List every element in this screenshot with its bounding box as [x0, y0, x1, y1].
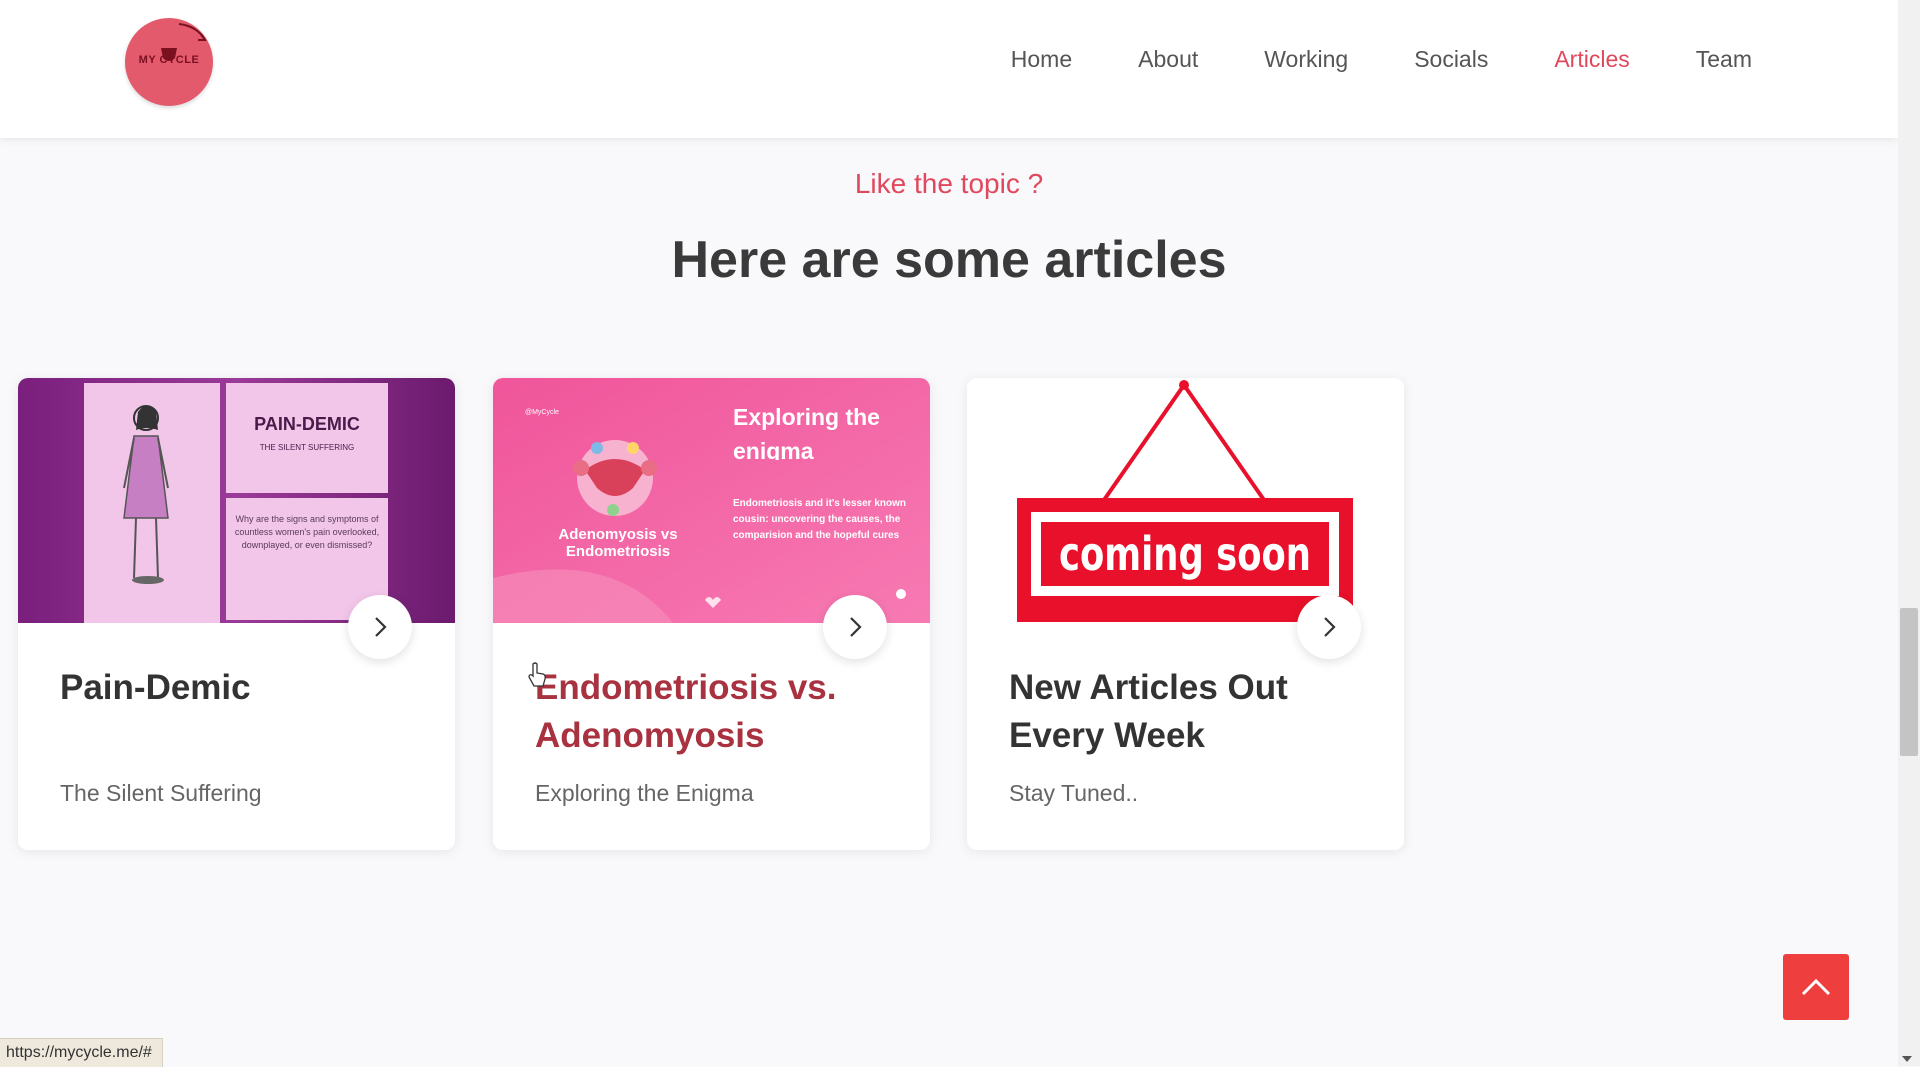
chevron-right-icon [850, 617, 862, 637]
logo-text: MY CYCLE [138, 54, 200, 66]
nav-home[interactable]: Home [1011, 46, 1072, 73]
logo[interactable]: MY CYCLE [125, 18, 213, 106]
page-scrollbar[interactable] [1898, 0, 1920, 1066]
card-subtitle: Exploring the Enigma [535, 780, 754, 806]
nav-about[interactable]: About [1138, 46, 1198, 73]
hand-cursor-icon [528, 662, 548, 693]
pain-demic-image-heading: PAIN-DEMIC [254, 414, 360, 434]
card-title[interactable]: Pain-Demic [60, 664, 420, 712]
back-to-top-button[interactable] [1783, 954, 1849, 1020]
chevron-up-icon [1801, 978, 1831, 996]
scrollbar-thumb[interactable] [1900, 608, 1918, 756]
section-subtitle: Like the topic ? [854, 168, 1044, 199]
endo-image-heading: Exploring the enigma [733, 404, 880, 460]
article-card-pain-demic[interactable]: PAIN-DEMIC THE SILENT SUFFERING Why are … [18, 378, 455, 850]
card-title[interactable]: New Articles Out Every Week [1009, 664, 1369, 760]
endo-image-left-label: Adenomyosis vs Endometriosis [558, 526, 678, 560]
section-title: Here are some articles [671, 231, 1227, 289]
pain-demic-image-subheading: THE SILENT SUFFERING [260, 443, 355, 452]
site-header: MY CYCLE Home About Working Socials Arti… [0, 0, 1898, 138]
status-bar-url: https://mycycle.me/# [0, 1038, 163, 1067]
endo-image-body: Endometriosis and it's lesser known cous… [733, 498, 906, 541]
chevron-right-icon [375, 617, 387, 637]
nav-socials[interactable]: Socials [1414, 46, 1488, 73]
nav-articles[interactable]: Articles [1554, 46, 1629, 73]
chevron-right-icon [1324, 617, 1336, 637]
article-card-coming-soon[interactable]: coming soon New Articles Out Every Week … [967, 378, 1404, 850]
nav-team[interactable]: Team [1696, 46, 1752, 73]
card-arrow-button[interactable] [1297, 595, 1361, 659]
card-image-pain-demic: PAIN-DEMIC THE SILENT SUFFERING Why are … [18, 378, 455, 623]
endo-image-tag: @MyCycle [525, 409, 559, 416]
pain-demic-image-body: Why are the signs and symptoms of countl… [234, 514, 380, 550]
article-card-endometriosis[interactable]: @MyCycle Adenomyosis vs Endometriosis Ex… [493, 378, 930, 850]
card-subtitle: The Silent Suffering [60, 780, 262, 806]
card-title[interactable]: Endometriosis vs. Adenomyosis [535, 664, 895, 760]
card-subtitle: Stay Tuned.. [1009, 780, 1139, 806]
card-image-coming-soon: coming soon [967, 378, 1404, 623]
coming-soon-sign-text: coming soon [1059, 527, 1311, 581]
card-arrow-button[interactable] [348, 595, 412, 659]
main-nav: Home About Working Socials Articles Team [1011, 46, 1752, 73]
scroll-down-arrow-icon[interactable] [1902, 1056, 1912, 1062]
card-image-endometriosis: @MyCycle Adenomyosis vs Endometriosis Ex… [493, 378, 930, 623]
card-arrow-button[interactable] [823, 595, 887, 659]
nav-working[interactable]: Working [1264, 46, 1348, 73]
